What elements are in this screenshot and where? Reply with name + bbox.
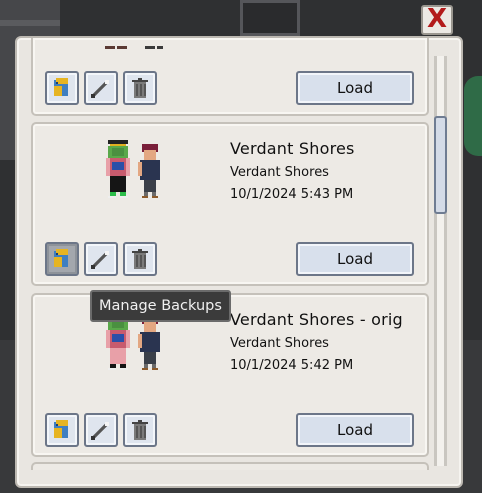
scrollbar-thumb[interactable] <box>434 116 447 214</box>
trash-icon <box>132 420 148 440</box>
delete-button[interactable] <box>123 71 157 105</box>
rename-button[interactable] <box>84 413 118 447</box>
background-window <box>240 0 300 36</box>
save-farm-name: Verdant Shores <box>230 165 329 180</box>
wand-icon <box>91 251 109 269</box>
manage-backups-button[interactable] <box>45 242 79 276</box>
load-button-label: Load <box>337 421 373 439</box>
manage-backups-tooltip: Manage Backups <box>90 290 231 322</box>
load-button-label: Load <box>337 79 373 97</box>
save-slot-4-edge <box>31 462 429 470</box>
save-date: 10/1/2024 5:43 PM <box>230 187 354 202</box>
manage-backups-button[interactable] <box>45 71 79 105</box>
delete-button[interactable] <box>123 242 157 276</box>
backup-icon <box>54 78 68 96</box>
save-title: Verdant Shores <box>230 139 355 158</box>
close-icon: X <box>426 4 448 34</box>
save-farm-name: Verdant Shores <box>230 336 329 351</box>
trash-icon <box>132 249 148 269</box>
farmer-feet <box>105 46 163 49</box>
load-button[interactable]: Load <box>296 71 414 105</box>
save-date: 10/1/2024 5:42 PM <box>230 358 354 373</box>
load-button[interactable]: Load <box>296 413 414 447</box>
farmer-portrait <box>106 140 160 198</box>
wand-icon <box>91 422 109 440</box>
load-button[interactable]: Load <box>296 242 414 276</box>
wand-icon <box>91 80 109 98</box>
manage-backups-button[interactable] <box>45 413 79 447</box>
backup-icon <box>54 420 68 438</box>
trash-icon <box>132 78 148 98</box>
save-title: Verdant Shores - orig <box>230 310 403 329</box>
backup-icon <box>54 249 68 267</box>
delete-button[interactable] <box>123 413 157 447</box>
rename-button[interactable] <box>84 71 118 105</box>
background-decoration <box>464 76 482 156</box>
rename-button[interactable] <box>84 242 118 276</box>
farmer-portrait <box>106 312 160 370</box>
load-button-label: Load <box>337 250 373 268</box>
close-button[interactable]: X <box>421 5 453 35</box>
